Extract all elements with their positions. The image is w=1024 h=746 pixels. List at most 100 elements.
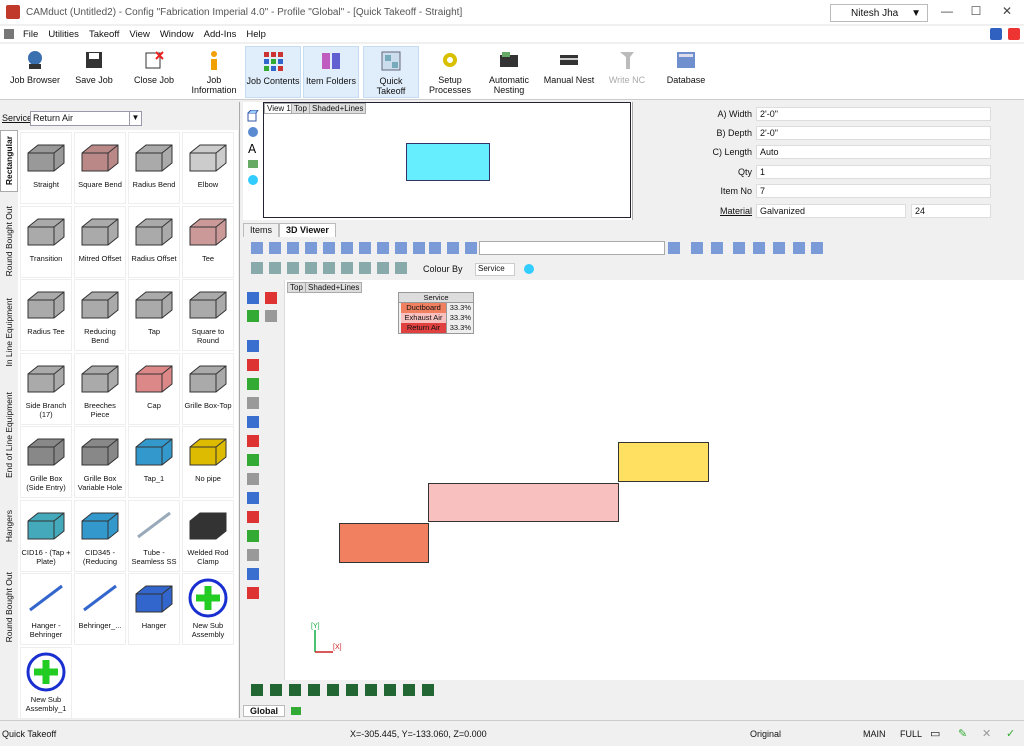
automatic-nesting-button[interactable]: Automatic Nesting [480,46,538,98]
edit-tool-icon[interactable] [247,292,259,304]
palette-item[interactable]: Mitred Offset [74,205,126,278]
render-mode-icon[interactable] [269,262,281,274]
palette-item[interactable]: New Sub Assembly [182,573,234,645]
palette-item[interactable]: Tap_1 [128,426,180,498]
snap-tool-icon[interactable] [365,684,377,696]
view-tool-icon[interactable] [359,242,371,254]
view-tool-icon[interactable] [395,242,407,254]
view-tool-icon[interactable] [811,242,823,254]
render-mode-icon[interactable] [359,262,371,274]
render-mode-icon[interactable] [305,262,317,274]
tab-rectangular[interactable]: Rectangular [0,130,18,192]
snap-tool-icon[interactable] [251,684,263,696]
minimize-button[interactable]: — [932,4,962,18]
edit-tool-icon[interactable] [247,435,259,447]
colour-by-select[interactable]: Service [475,263,515,276]
view-tool-icon[interactable] [773,242,785,254]
edit-tool-icon[interactable] [265,310,277,322]
width-input[interactable]: 2'-0" [756,107,991,121]
render-mode-icon[interactable] [341,262,353,274]
tab-hangers[interactable]: Hangers [0,496,18,556]
qty-input[interactable]: 1 [756,165,991,179]
colour-circle-icon[interactable] [523,263,535,275]
cancel-icon[interactable]: ✕ [982,727,991,740]
snap-tool-icon[interactable] [289,684,301,696]
top-view-straight-shape[interactable] [406,143,490,181]
menu-view[interactable]: View [124,29,154,40]
write-nc-button[interactable]: Write NC [602,46,652,98]
tab-round-bought-out-2[interactable]: Round Bought Out [0,560,18,654]
snap-tool-icon[interactable] [422,684,434,696]
user-dropdown[interactable]: Nitesh Jha ▼ [830,4,928,22]
palette-item[interactable]: Welded Rod Clamp [182,499,234,572]
edit-tool-icon[interactable] [247,416,259,428]
snap-tool-icon[interactable] [346,684,358,696]
tab-3d-viewer[interactable]: 3D Viewer [279,223,336,237]
tab-end-of-line-equipment[interactable]: End of Line Equipment [0,380,18,490]
view-tool-icon[interactable] [753,242,765,254]
duct-segment-exhaust-air[interactable] [428,483,619,522]
view-tool-icon[interactable] [429,242,441,254]
edit-tool-icon[interactable] [247,587,259,599]
edit-tool-icon[interactable] [247,549,259,561]
help-icon[interactable] [990,28,1002,40]
menu-window[interactable]: Window [155,29,199,40]
view-tool-icon[interactable] [251,242,263,254]
palette-item[interactable]: No pipe [182,426,234,498]
quick-takeoff-button[interactable]: Quick Takeoff [363,46,419,98]
tab-global[interactable]: Global [243,704,286,717]
view-tool-icon[interactable] [733,242,745,254]
length-input[interactable]: Auto [756,145,991,159]
tab-items[interactable]: Items [243,223,280,237]
view-tool-icon[interactable] [269,242,281,254]
edit-tool-icon[interactable] [247,511,259,523]
palette-item[interactable]: Square to Round [182,279,234,351]
view-name-tab[interactable]: View 1 [264,103,294,114]
edit-tool-icon[interactable] [247,492,259,504]
close-job-button[interactable]: Close Job [128,46,180,98]
item-folders-button[interactable]: Item Folders [303,46,359,98]
palette-item[interactable]: Tee [182,205,234,278]
camera-icon[interactable]: ▭ [930,727,940,740]
palette-item[interactable]: Grille Box-Top [182,352,234,425]
palette-item[interactable]: CID345 - (Reducing [74,499,126,572]
snap-tool-icon[interactable] [403,684,415,696]
snap-tool-icon[interactable] [384,684,396,696]
circle-icon[interactable] [247,174,259,186]
palette-item[interactable]: Radius Tee [20,279,72,351]
view-orientation-tab[interactable]: Top [291,103,310,114]
layers-icon[interactable] [247,158,259,170]
palette-item[interactable]: Elbow [182,132,234,204]
menu-takeoff[interactable]: Takeoff [84,29,124,40]
palette-item[interactable]: Breeches Piece [74,352,126,425]
material-select[interactable]: Galvanized [756,204,906,218]
close-doc-icon[interactable] [1008,28,1020,40]
palette-item[interactable]: Tube - Seamless SS [128,499,180,572]
render-mode-icon[interactable] [377,262,389,274]
snap-tool-icon[interactable] [327,684,339,696]
duct-segment-return-air[interactable] [618,442,709,482]
view-tool-icon[interactable] [323,242,335,254]
palette-item[interactable]: New Sub Assembly_1 [20,646,72,719]
render-mode-icon[interactable] [287,262,299,274]
view-tool-icon[interactable] [793,242,805,254]
gauge-select[interactable]: 24 [911,204,991,218]
render-mode-icon[interactable] [323,262,335,274]
menu-help[interactable]: Help [241,29,271,40]
view-tool-icon[interactable] [341,242,353,254]
item-no-input[interactable]: 7 [756,184,991,198]
menu-file[interactable]: File [18,29,43,40]
render-mode-icon[interactable] [251,262,263,274]
palette-item[interactable]: CID16 - (Tap + Plate) [20,499,72,572]
edit-tool-icon[interactable] [247,310,259,322]
save-job-button[interactable]: Save Job [70,46,118,98]
close-window-button[interactable]: ✕ [992,4,1022,18]
view-tool-icon[interactable] [287,242,299,254]
palette-item[interactable]: Behringer_... [74,573,126,645]
view-tool-icon[interactable] [711,242,723,254]
job-contents-button[interactable]: Job Contents [245,46,301,98]
snap-tool-icon[interactable] [270,684,282,696]
pen-icon[interactable]: ✎ [958,727,967,740]
text-icon[interactable]: A [247,142,259,154]
tab-in-line-equipment[interactable]: In Line Equipment [0,290,18,374]
